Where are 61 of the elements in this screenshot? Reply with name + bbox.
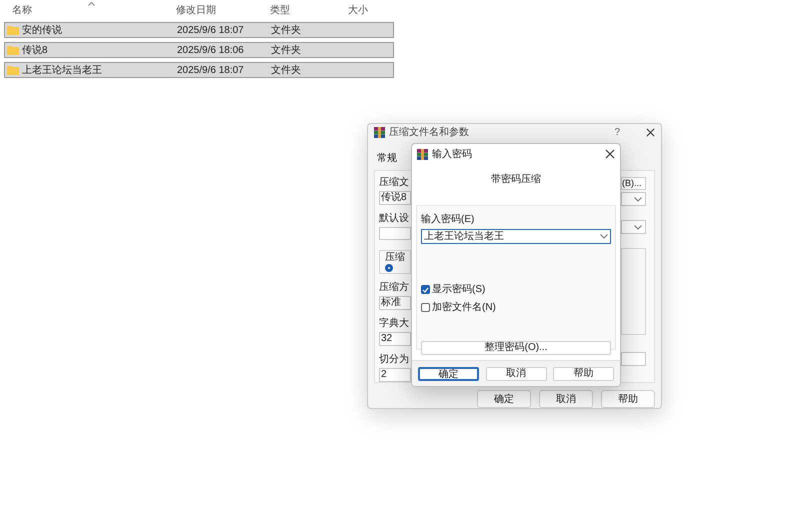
dialog-button[interactable]: 确定 [418, 366, 479, 380]
tab[interactable]: 常规 [374, 151, 400, 166]
dropdown[interactable] [621, 192, 646, 206]
checkbox-label: 显示密码(S) [432, 282, 486, 297]
folder-icon [7, 65, 19, 75]
file-name: 上老王论坛当老王 [22, 64, 102, 78]
column-header[interactable]: 类型 [266, 3, 344, 18]
password-label: 输入密码(E) [421, 212, 476, 227]
checkbox[interactable] [421, 303, 430, 312]
field-label: 切分为 [379, 354, 410, 366]
close-icon[interactable] [646, 128, 655, 137]
column-header[interactable]: 名称 [4, 3, 172, 18]
password-field[interactable]: 上老王论坛当老王 [421, 229, 611, 244]
modified-date: 2025/9/6 18:06 [176, 44, 245, 58]
text-field[interactable]: 32 [379, 332, 411, 346]
radio-button[interactable] [385, 264, 393, 272]
window-title: 压缩文件名和参数 [389, 126, 469, 140]
sort-caret-icon [88, 2, 95, 6]
checkbox[interactable] [421, 285, 430, 294]
text-field[interactable]: 标准 [379, 296, 411, 310]
organize-passwords-button[interactable]: 整理密码(O)... [421, 341, 611, 355]
text-field[interactable]: 传说8 [379, 191, 411, 205]
column-header[interactable]: 大小 [344, 3, 394, 18]
file-row[interactable]: 安的传说 2025/9/6 18:07 文件夹 [4, 22, 394, 38]
folder-icon [7, 45, 19, 55]
dialog-button[interactable]: 取消 [539, 390, 593, 408]
dialog-button[interactable]: 确定 [477, 390, 531, 408]
file-name: 安的传说 [22, 24, 62, 38]
field-label: 字典大 [379, 318, 410, 330]
text-field[interactable]: 2 [379, 368, 411, 382]
text-field[interactable] [621, 352, 646, 366]
field-label: 压缩方 [379, 282, 410, 294]
file-type: 文件夹 [270, 24, 302, 38]
field-label: 默认设 [379, 213, 410, 225]
close-icon[interactable] [605, 149, 615, 159]
file-name: 传说8 [22, 44, 48, 58]
dropdown[interactable] [621, 220, 646, 234]
modified-date: 2025/9/6 18:07 [176, 64, 245, 78]
file-row[interactable]: 传说8 2025/9/6 18:06 文件夹 [4, 42, 394, 58]
column-header[interactable]: 修改日期 [172, 3, 266, 18]
chevron-down-icon [600, 234, 608, 239]
window-title: 输入密码 [432, 148, 472, 162]
modified-date: 2025/9/6 18:07 [176, 24, 245, 38]
browse-button[interactable]: (B)... [621, 177, 646, 190]
help-button[interactable]: ? [614, 125, 620, 140]
checkbox-label: 加密文件名(N) [432, 300, 496, 315]
file-row[interactable]: 上老王论坛当老王 2025/9/6 18:07 文件夹 [4, 62, 394, 78]
text-field[interactable] [379, 227, 411, 240]
dialog-button[interactable]: 帮助 [553, 366, 614, 380]
chevron-down-icon [634, 196, 642, 202]
field-label: 压缩文 [379, 177, 410, 189]
dialog-heading: 带密码压缩 [490, 172, 542, 187]
chevron-down-icon [634, 224, 642, 230]
stacked-books-icon [374, 127, 385, 138]
dialog-button[interactable]: 取消 [486, 366, 546, 380]
folder-icon [7, 25, 19, 35]
file-type: 文件夹 [270, 44, 302, 58]
stacked-books-icon [417, 148, 428, 160]
dialog-button[interactable]: 帮助 [601, 390, 655, 408]
file-type: 文件夹 [270, 64, 302, 78]
group-label: 压缩 [385, 252, 406, 263]
